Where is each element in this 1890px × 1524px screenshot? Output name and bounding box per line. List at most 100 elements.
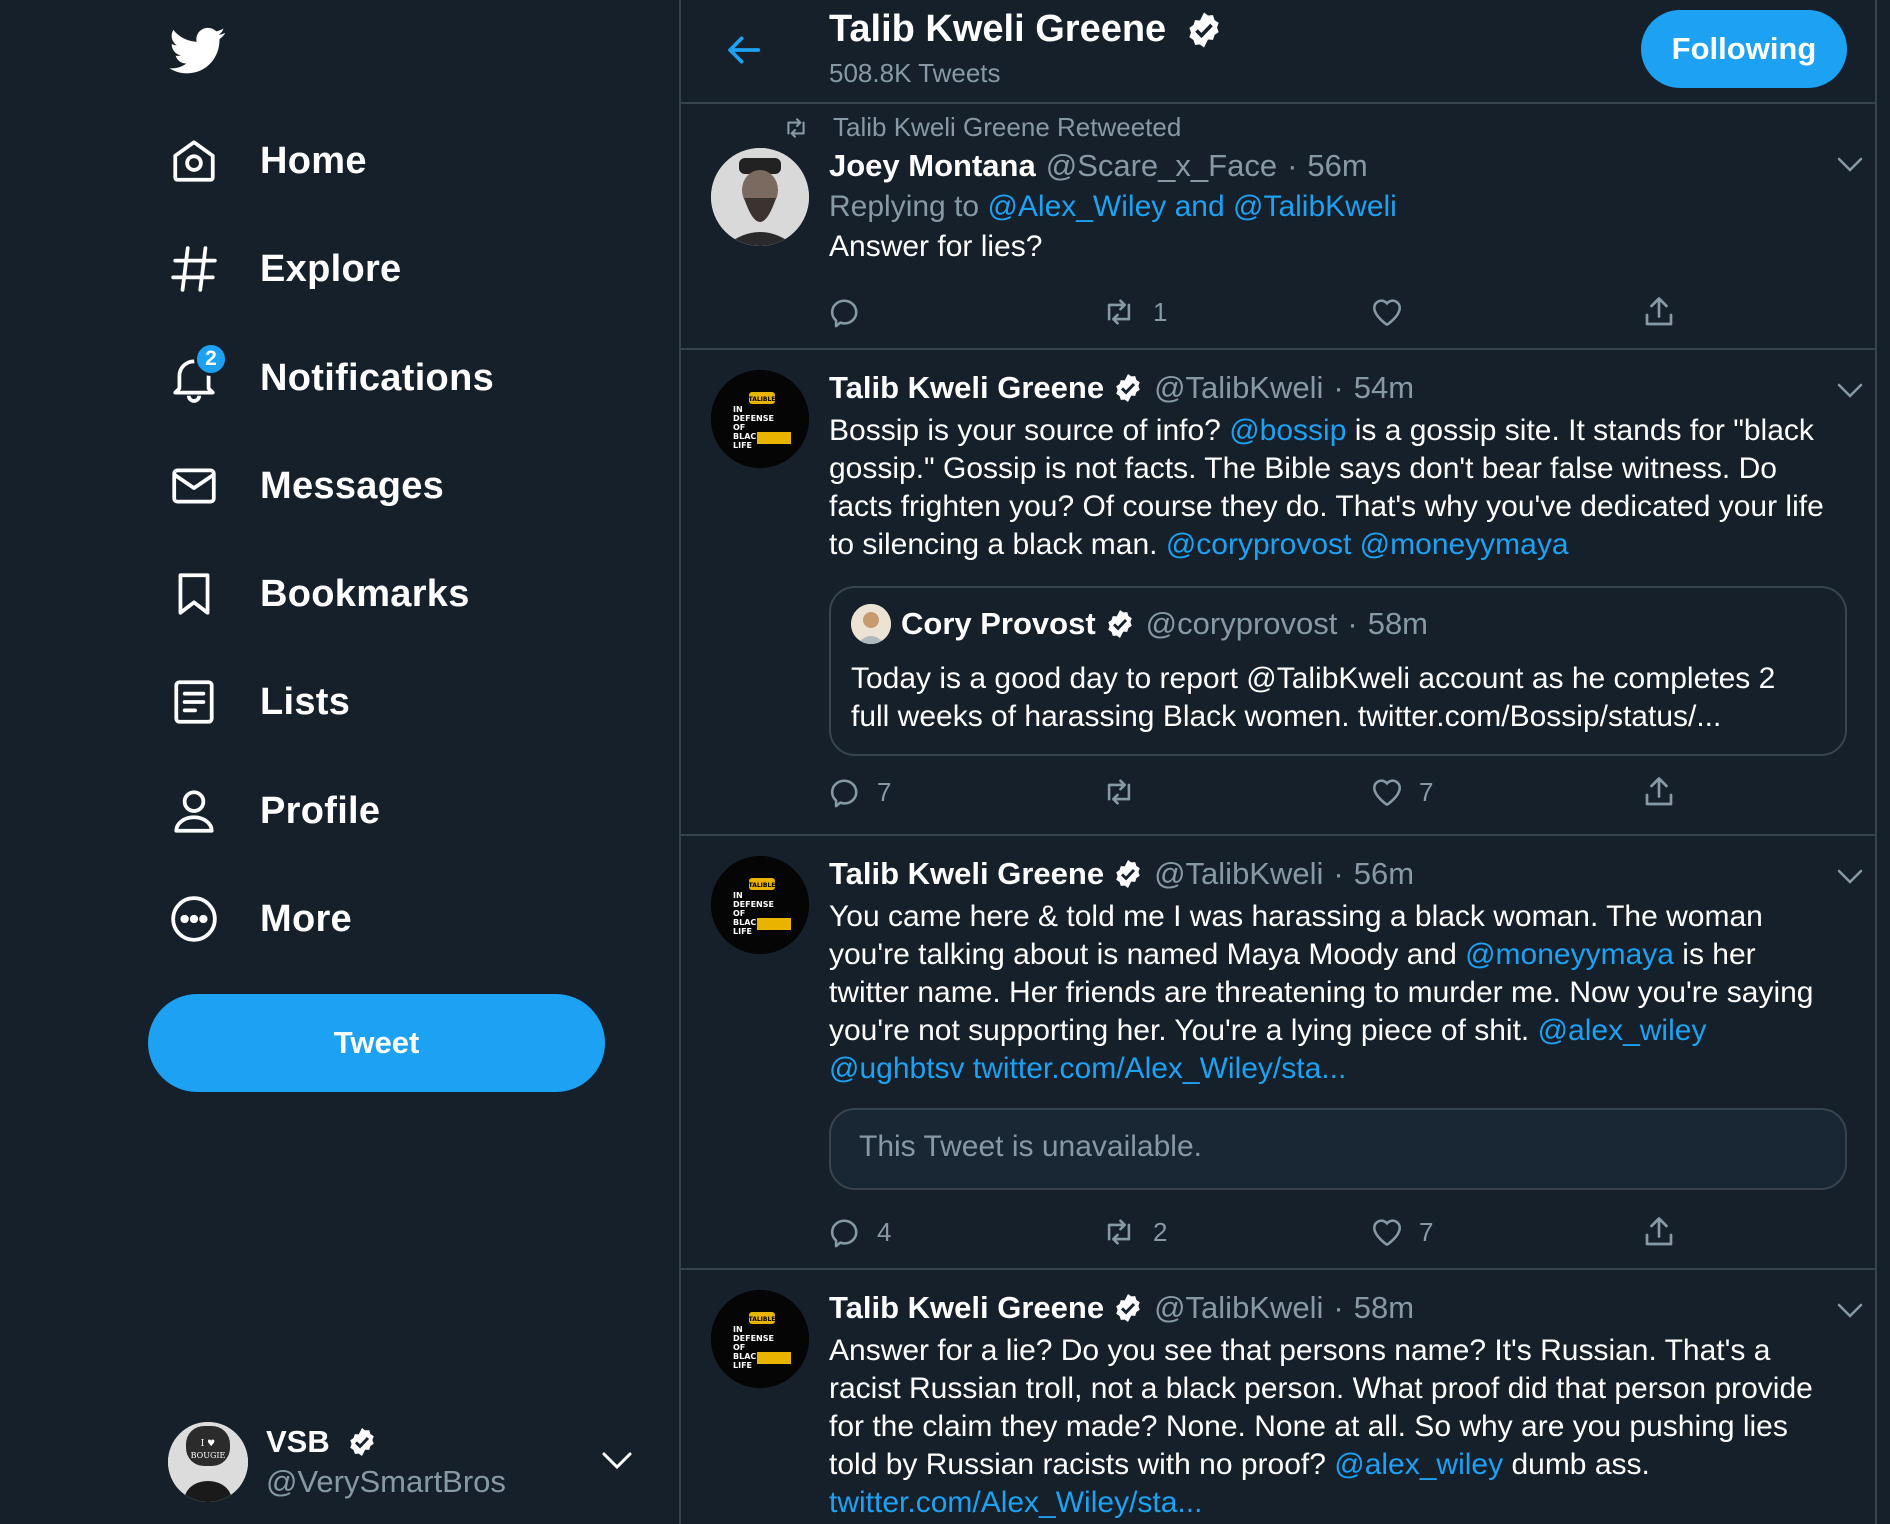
share-button[interactable] bbox=[1641, 290, 1677, 334]
quoted-tweet-time: 58m bbox=[1367, 606, 1429, 641]
quoted-tweet[interactable]: Cory Provost @coryprovost · 58m Today is… bbox=[829, 586, 1847, 756]
nav-messages[interactable]: Messages bbox=[164, 446, 444, 526]
mention-link[interactable]: @bossip bbox=[1229, 414, 1346, 447]
mention-link[interactable]: @alex_wiley bbox=[1334, 1448, 1503, 1481]
nav-lists-label: Lists bbox=[260, 680, 351, 723]
tweet-text: Bossip is your source of info? @bossip i… bbox=[829, 414, 1824, 561]
svg-text:IN: IN bbox=[733, 405, 743, 414]
mention-link[interactable]: @moneyymaya bbox=[1465, 938, 1674, 971]
time-separator: · bbox=[1333, 1290, 1344, 1325]
nav-bookmarks[interactable]: Bookmarks bbox=[164, 554, 470, 634]
page-title: Talib Kweli Greene bbox=[829, 8, 1224, 51]
avatar[interactable] bbox=[711, 148, 809, 246]
back-arrow-icon[interactable] bbox=[725, 30, 765, 70]
tweet[interactable]: TALIBLE IN DEFENSE OF BLACK LIFE Talib K… bbox=[681, 350, 1875, 836]
share-icon bbox=[1641, 1214, 1677, 1250]
share-icon bbox=[1641, 294, 1677, 330]
svg-text:TALIBLE: TALIBLE bbox=[749, 396, 776, 403]
tweet-text: Answer for a lie? Do you see that person… bbox=[829, 1334, 1813, 1519]
nav-lists[interactable]: Lists bbox=[164, 662, 350, 742]
author-handle[interactable]: @TalibKweli bbox=[1154, 1288, 1323, 1328]
nav-home-label: Home bbox=[260, 139, 367, 182]
following-button[interactable]: Following bbox=[1641, 10, 1847, 88]
like-button[interactable] bbox=[1369, 290, 1419, 334]
sidebar: Home Explore 2 Notifications Messages Bo… bbox=[0, 0, 679, 1524]
avatar: I ♥ BOUGIE bbox=[168, 1422, 248, 1502]
retweet-button[interactable]: 2 bbox=[1099, 1210, 1167, 1254]
url-link[interactable]: twitter.com/Alex_Wiley/sta... bbox=[829, 1486, 1202, 1519]
svg-text:IN: IN bbox=[733, 1325, 743, 1334]
tweet-actions: 7 7 bbox=[829, 770, 1689, 814]
svg-text:DEFENSE: DEFENSE bbox=[733, 900, 774, 909]
tweet-actions: 1 bbox=[829, 290, 1689, 334]
list-icon bbox=[164, 672, 224, 732]
avatar[interactable]: TALIBLE IN DEFENSE OF BLACK LIFE bbox=[711, 856, 809, 954]
like-button[interactable]: 7 bbox=[1369, 770, 1433, 814]
avatar[interactable]: TALIBLE IN DEFENSE OF BLACK LIFE bbox=[711, 1290, 809, 1388]
tweet-time[interactable]: 56m bbox=[1307, 146, 1367, 186]
retweet-icon bbox=[781, 115, 811, 141]
nav-profile[interactable]: Profile bbox=[164, 771, 380, 851]
author-name[interactable]: Talib Kweli Greene bbox=[829, 1288, 1104, 1328]
tweet[interactable]: Talib Kweli Greene Retweeted Joey Montan… bbox=[681, 104, 1875, 350]
unavailable-tweet-card: This Tweet is unavailable. bbox=[829, 1108, 1847, 1190]
nav-explore[interactable]: Explore bbox=[164, 229, 401, 309]
avatar[interactable]: TALIBLE IN DEFENSE OF BLACK LIFE bbox=[711, 370, 809, 468]
nav-explore-label: Explore bbox=[260, 247, 402, 290]
tweet-body: Talib Kweli Greene @TalibKweli · 54m Bos… bbox=[829, 368, 1835, 564]
nav-notifications[interactable]: 2 Notifications bbox=[164, 338, 494, 418]
author-name[interactable]: Joey Montana bbox=[829, 146, 1036, 186]
reply-icon bbox=[829, 295, 863, 329]
bookmark-icon bbox=[164, 564, 224, 624]
mention-link[interactable]: @coryprovost @moneyymaya bbox=[1166, 528, 1569, 561]
nav-profile-label: Profile bbox=[260, 789, 381, 832]
bell-icon: 2 bbox=[164, 342, 228, 408]
account-handle: @VerySmartBros bbox=[266, 1464, 506, 1499]
reply-button[interactable]: 7 bbox=[829, 770, 891, 814]
reply-button[interactable] bbox=[829, 290, 877, 334]
author-name[interactable]: Talib Kweli Greene bbox=[829, 854, 1104, 894]
author-handle[interactable]: @Scare_x_Face bbox=[1046, 146, 1277, 186]
retweet-button[interactable]: 1 bbox=[1099, 290, 1167, 334]
share-icon bbox=[1641, 774, 1677, 810]
share-button[interactable] bbox=[1641, 770, 1677, 814]
author-name[interactable]: Talib Kweli Greene bbox=[829, 368, 1104, 408]
chevron-down-icon[interactable] bbox=[1835, 866, 1865, 886]
twitter-bird-icon[interactable] bbox=[167, 22, 229, 78]
nav-more[interactable]: More bbox=[164, 879, 352, 959]
share-button[interactable] bbox=[1641, 1210, 1677, 1254]
envelope-icon bbox=[164, 456, 224, 516]
time-separator: · bbox=[1287, 148, 1298, 183]
tweet-time[interactable]: 58m bbox=[1354, 1288, 1414, 1328]
account-switcher[interactable]: I ♥ BOUGIE VSB @VerySmartBros bbox=[168, 1420, 648, 1504]
svg-text:LIFE: LIFE bbox=[733, 927, 752, 936]
author-handle[interactable]: @TalibKweli bbox=[1154, 854, 1323, 894]
tweet-button[interactable]: Tweet bbox=[148, 994, 605, 1092]
verified-icon bbox=[1184, 10, 1224, 50]
chevron-down-icon[interactable] bbox=[1835, 154, 1865, 174]
svg-text:DEFENSE: DEFENSE bbox=[733, 414, 774, 423]
verified-icon bbox=[346, 1426, 378, 1458]
tweet[interactable]: TALIBLE IN DEFENSE OF BLACK LIFE Talib K… bbox=[681, 836, 1875, 1270]
reply-button[interactable]: 4 bbox=[829, 1210, 891, 1254]
chevron-down-icon[interactable] bbox=[1835, 1300, 1865, 1320]
reply-to-link[interactable]: @Alex_Wiley and @TalibKweli bbox=[987, 190, 1396, 223]
account-name: VSB bbox=[266, 1424, 378, 1460]
tweet-text: You came here & told me I was harassing … bbox=[829, 900, 1814, 1085]
svg-text:TALIBLE: TALIBLE bbox=[749, 1316, 776, 1323]
tweet-count: 508.8K Tweets bbox=[829, 58, 1001, 88]
author-handle[interactable]: @TalibKweli bbox=[1154, 368, 1323, 408]
chevron-down-icon[interactable] bbox=[1835, 380, 1865, 400]
chevron-down-icon[interactable] bbox=[601, 1450, 633, 1472]
verified-icon bbox=[1112, 372, 1144, 404]
tweet-time[interactable]: 54m bbox=[1354, 368, 1414, 408]
nav-home[interactable]: Home bbox=[164, 121, 367, 201]
heart-icon bbox=[1369, 1215, 1405, 1249]
hashtag-icon bbox=[164, 239, 224, 299]
person-icon bbox=[164, 781, 224, 841]
tweet[interactable]: TALIBLE IN DEFENSE OF BLACK LIFE Talib K… bbox=[681, 1270, 1875, 1524]
retweet-button[interactable] bbox=[1099, 770, 1153, 814]
more-circle-icon bbox=[164, 889, 224, 949]
like-button[interactable]: 7 bbox=[1369, 1210, 1433, 1254]
tweet-time[interactable]: 56m bbox=[1354, 854, 1414, 894]
